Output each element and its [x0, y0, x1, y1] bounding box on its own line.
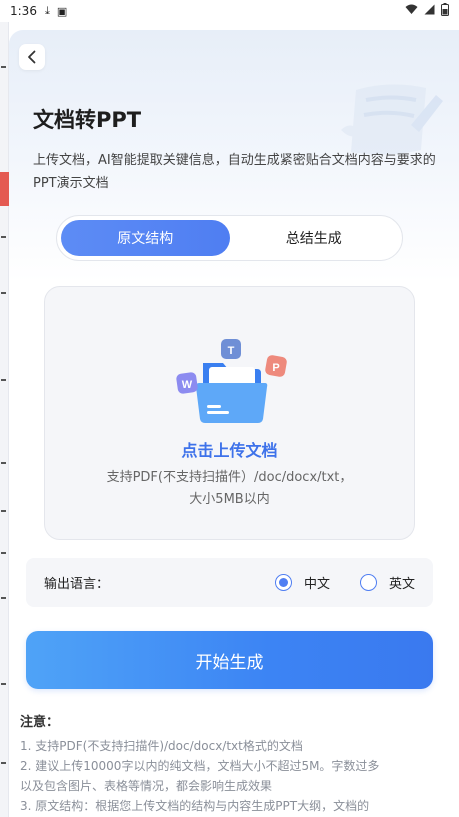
upload-hint: 支持PDF(不支持扫描件）/doc/docx/txt， 大小5MB以内 — [45, 467, 414, 511]
radio-chinese-label: 中文 — [303, 577, 330, 592]
word-badge-icon: W — [176, 372, 198, 394]
tab-original-structure[interactable]: 原文结构 — [61, 220, 230, 256]
output-language-label: 输出语言： — [44, 577, 110, 592]
output-language-row: 输出语言： 中文 英文 — [26, 558, 433, 607]
upload-hint-line1: 支持PDF(不支持扫描件）/doc/docx/txt， — [106, 470, 353, 485]
ppt-badge-icon: P — [265, 355, 287, 377]
radio-english-label: 英文 — [388, 577, 415, 592]
folder-upload-icon: W T P — [176, 339, 287, 423]
wifi-icon — [405, 4, 418, 18]
tab-summary-generation[interactable]: 总结生成 — [230, 220, 399, 256]
radio-selected-icon[interactable] — [274, 574, 292, 591]
note-line: 2. 建议上传10000字以内的纯文档，文档大小不超过5M。字数过多 — [20, 759, 380, 773]
status-time: 1:36 — [10, 4, 37, 18]
svg-text:P: P — [272, 362, 279, 374]
note-line: 以及包含图片、表格等情况，都会影响生成效果 — [20, 779, 273, 793]
note-line: 3. 原文结构：根据您上传文档的结构与内容生成PPT大纲，文档的 — [20, 799, 370, 813]
chevron-left-icon — [28, 50, 36, 64]
upload-area[interactable]: W T P 点击上传文档 支持PDF(不支持扫描件）/doc/docx/txt，… — [44, 286, 415, 540]
language-radio-group: 中文 英文 — [245, 573, 415, 592]
page-description: 上传文档，AI智能提取关键信息，自动生成紧密贴合文档内容与要求的PPT演示文档 — [33, 153, 436, 191]
signal-icon — [424, 4, 435, 18]
document-to-ppt-sheet: 文档转PPT 上传文档，AI智能提取关键信息，自动生成紧密贴合文档内容与要求的P… — [9, 30, 459, 817]
notes-section: 注意： 1. 支持PDF(不支持扫描件)/doc/docx/txt格式的文档 2… — [20, 711, 450, 816]
background-page-edge — [0, 22, 9, 817]
svg-text:T: T — [228, 345, 235, 357]
mode-tabs: 原文结构 总结生成 — [56, 215, 403, 261]
upload-hint-line2: 大小5MB以内 — [189, 492, 270, 507]
download-icon: ⤓ — [44, 4, 50, 17]
radio-unselected-icon[interactable] — [359, 574, 377, 591]
svg-text:W: W — [182, 379, 193, 391]
back-button[interactable] — [19, 44, 45, 70]
battery-icon — [441, 3, 449, 19]
radio-chinese[interactable]: 中文 — [274, 573, 330, 592]
status-bar: 1:36 ⤓ ▣ — [0, 0, 459, 22]
notes-title: 注意： — [20, 715, 60, 730]
start-generate-button[interactable]: 开始生成 — [26, 631, 433, 689]
upload-link[interactable]: 点击上传文档 — [45, 437, 414, 461]
note-line: 1. 支持PDF(不支持扫描件)/doc/docx/txt格式的文档 — [20, 739, 303, 753]
text-badge-icon: T — [221, 339, 241, 359]
page-title: 文档转PPT — [33, 108, 142, 132]
notification-icon: ▣ — [56, 4, 68, 18]
radio-english[interactable]: 英文 — [359, 573, 415, 592]
